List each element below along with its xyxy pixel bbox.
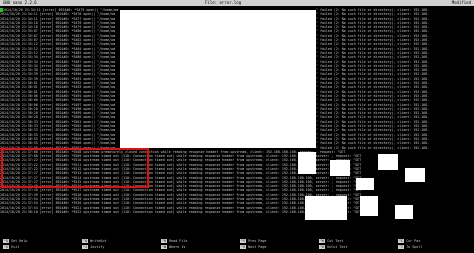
shortcut-key: ^G	[3, 239, 10, 243]
redaction-block	[330, 160, 350, 176]
nano-title-bar: GNU nano 2.2.6 File: error.log Modified	[0, 0, 474, 6]
shortcut-label: Where Is	[169, 245, 186, 249]
shortcut-item[interactable]: ^Y Prev Page	[240, 239, 266, 244]
shortcut-label: Next Page	[248, 245, 267, 249]
shortcut-item[interactable]: ^U UnCut Text	[319, 245, 348, 250]
shortcut-key: ^Y	[240, 239, 247, 243]
shortcut-key: ^K	[319, 239, 326, 243]
modified-status: Modified	[451, 0, 471, 5]
shortcut-key: ^C	[398, 239, 405, 243]
shortcut-item[interactable]: ^V Next Page	[240, 245, 266, 250]
shortcut-item[interactable]: ^W Where Is	[161, 245, 185, 250]
redaction-block	[360, 196, 378, 216]
shortcut-label: Justify	[90, 245, 105, 249]
shortcut-key: ^R	[161, 239, 168, 243]
shortcut-key: ^V	[240, 245, 247, 249]
shortcut-key: ^X	[3, 245, 10, 249]
shortcut-label: Read File	[169, 239, 188, 243]
log-line-right: " failed (2: No such file or directory),…	[316, 145, 430, 150]
shortcut-item[interactable]: ^K Cut Text	[319, 239, 343, 244]
shortcut-key: ^W	[161, 245, 168, 249]
shortcut-label: Cur Pos	[406, 239, 421, 243]
redaction-block	[298, 152, 316, 174]
shortcut-item[interactable]: ^T To Spell	[398, 245, 422, 250]
shortcut-key: ^T	[398, 245, 405, 249]
shortcut-label: Cut Text	[327, 239, 344, 243]
shortcut-label: UnCut Text	[327, 245, 348, 249]
redaction-block	[356, 178, 374, 190]
shortcut-bar: ^G Get Help ^X Exit ^O WriteOut ^J Justify ^R Rea…	[0, 238, 474, 253]
redaction-block	[120, 10, 316, 148]
shortcut-label: To Spell	[406, 245, 423, 249]
shortcut-label: Get Help	[11, 239, 28, 243]
shortcut-item[interactable]: ^G Get Help	[3, 239, 27, 244]
shortcut-item[interactable]: ^J Justify	[82, 245, 104, 250]
shortcut-label: Prev Page	[248, 239, 267, 243]
shortcut-item[interactable]: ^O WriteOut	[82, 239, 106, 244]
redaction-block	[378, 154, 398, 170]
app-title: GNU nano 2.2.6	[3, 0, 37, 5]
shortcut-key: ^U	[319, 245, 326, 249]
shortcut-item[interactable]: ^X Exit	[3, 245, 19, 250]
shortcut-key: ^O	[82, 239, 89, 243]
shortcut-label: WriteOut	[90, 239, 107, 243]
shortcut-item[interactable]: ^C Cur Pos	[398, 239, 420, 244]
redaction-block	[305, 196, 347, 220]
shortcut-item[interactable]: ^R Read File	[161, 239, 187, 244]
highlight-box	[1, 148, 149, 188]
redaction-block	[395, 205, 413, 219]
shortcut-key: ^J	[82, 245, 89, 249]
shortcut-label: Exit	[11, 245, 20, 249]
file-title: File: error.log	[205, 0, 242, 5]
redaction-block	[405, 168, 425, 182]
